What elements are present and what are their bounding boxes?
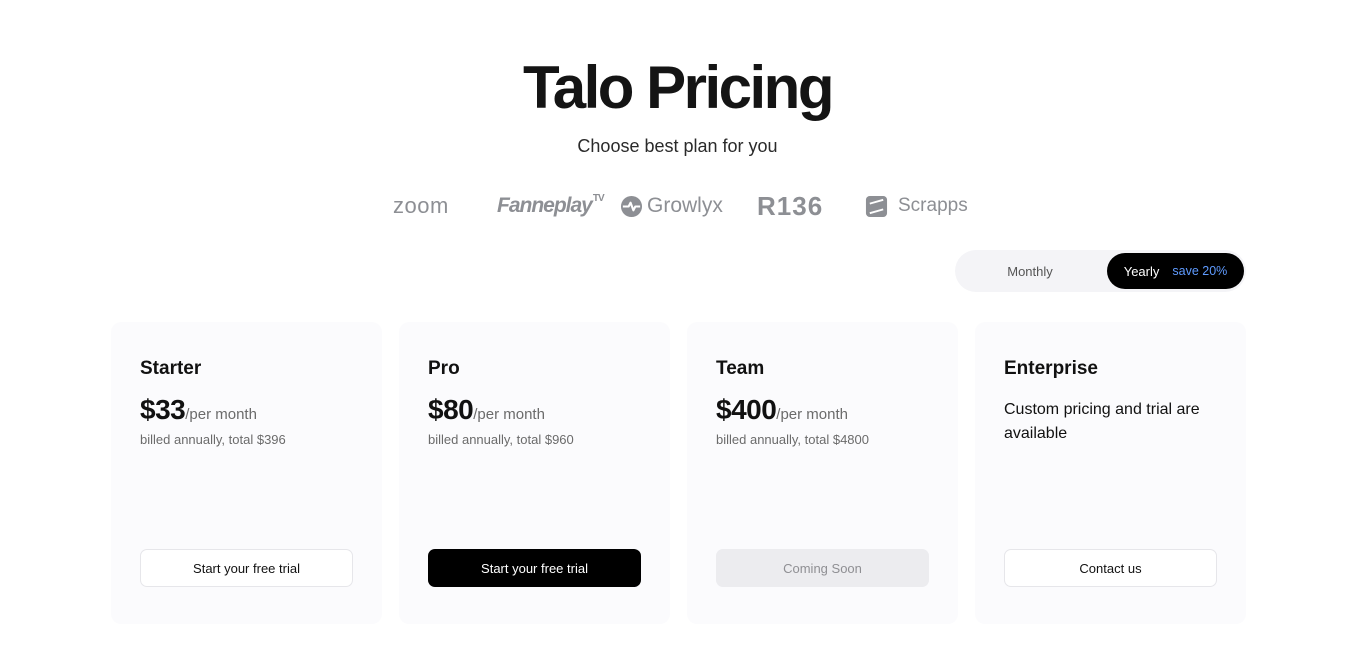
price-row: $33/per month bbox=[140, 394, 257, 426]
pricing-page: Talo Pricing Choose best plan for you zo… bbox=[0, 0, 1355, 655]
plan-period: /per month bbox=[185, 406, 257, 423]
save-badge: save 20% bbox=[1172, 264, 1228, 278]
r136-logo: R136 bbox=[757, 190, 823, 222]
plan-name: Team bbox=[716, 358, 765, 379]
start-free-trial-button[interactable]: Start your free trial bbox=[140, 549, 353, 587]
scrapps-icon bbox=[865, 195, 888, 217]
zoom-logo-text: zoom bbox=[393, 193, 449, 218]
plan-period: /per month bbox=[473, 406, 545, 423]
plan-price: $400 bbox=[716, 394, 777, 425]
plan-card-enterprise: Enterprise Custom pricing and trial are … bbox=[975, 322, 1246, 624]
plan-card-team: Team $400/per month billed annually, tot… bbox=[687, 322, 958, 624]
plan-price: $80 bbox=[428, 394, 474, 425]
billing-note: billed annually, total $4800 bbox=[716, 432, 869, 447]
price-row: $80/per month bbox=[428, 394, 545, 426]
fanneplay-logo: Fanneplay TV bbox=[497, 190, 605, 222]
billing-period-toggle: Monthly Yearly save 20% bbox=[955, 250, 1246, 292]
contact-us-button[interactable]: Contact us bbox=[1004, 549, 1217, 587]
scrapps-logo-text: Scrapps bbox=[898, 195, 968, 216]
fanneplay-logo-sup: TV bbox=[592, 192, 605, 204]
plan-name: Pro bbox=[428, 358, 460, 379]
monthly-toggle-option[interactable]: Monthly bbox=[955, 250, 1105, 292]
page-subtitle: Choose best plan for you bbox=[577, 136, 778, 156]
growlyx-logo-text: Growlyx bbox=[647, 194, 723, 217]
billing-note: billed annually, total $960 bbox=[428, 432, 574, 447]
growlyx-logo: Growlyx bbox=[620, 190, 723, 222]
plan-price: $33 bbox=[140, 394, 186, 425]
yearly-label: Yearly bbox=[1123, 263, 1160, 279]
plan-name: Enterprise bbox=[1004, 358, 1098, 379]
start-free-trial-button[interactable]: Start your free trial bbox=[428, 549, 641, 587]
scrapps-logo: Scrapps bbox=[865, 190, 968, 222]
page-title: Talo Pricing bbox=[523, 54, 834, 121]
fanneplay-logo-text: Fanneplay bbox=[497, 194, 593, 217]
price-row: $400/per month bbox=[716, 394, 848, 426]
customer-logos: zoom Fanneplay TV Growlyx R136 Scrapps bbox=[0, 190, 1355, 222]
plan-description: Custom pricing and trial are available bbox=[1004, 401, 1200, 442]
zoom-logo: zoom bbox=[393, 190, 449, 222]
plan-card-starter: Starter $33/per month billed annually, t… bbox=[111, 322, 382, 624]
growlyx-icon bbox=[620, 195, 643, 217]
plan-period: /per month bbox=[776, 406, 849, 423]
r136-logo-text: R136 bbox=[757, 190, 824, 221]
coming-soon-button: Coming Soon bbox=[716, 549, 929, 587]
plan-card-pro: Pro $80/per month billed annually, total… bbox=[399, 322, 670, 624]
plan-name: Starter bbox=[140, 358, 202, 379]
yearly-toggle-option[interactable]: Yearly save 20% bbox=[1107, 253, 1244, 289]
billing-note: billed annually, total $396 bbox=[140, 432, 286, 447]
